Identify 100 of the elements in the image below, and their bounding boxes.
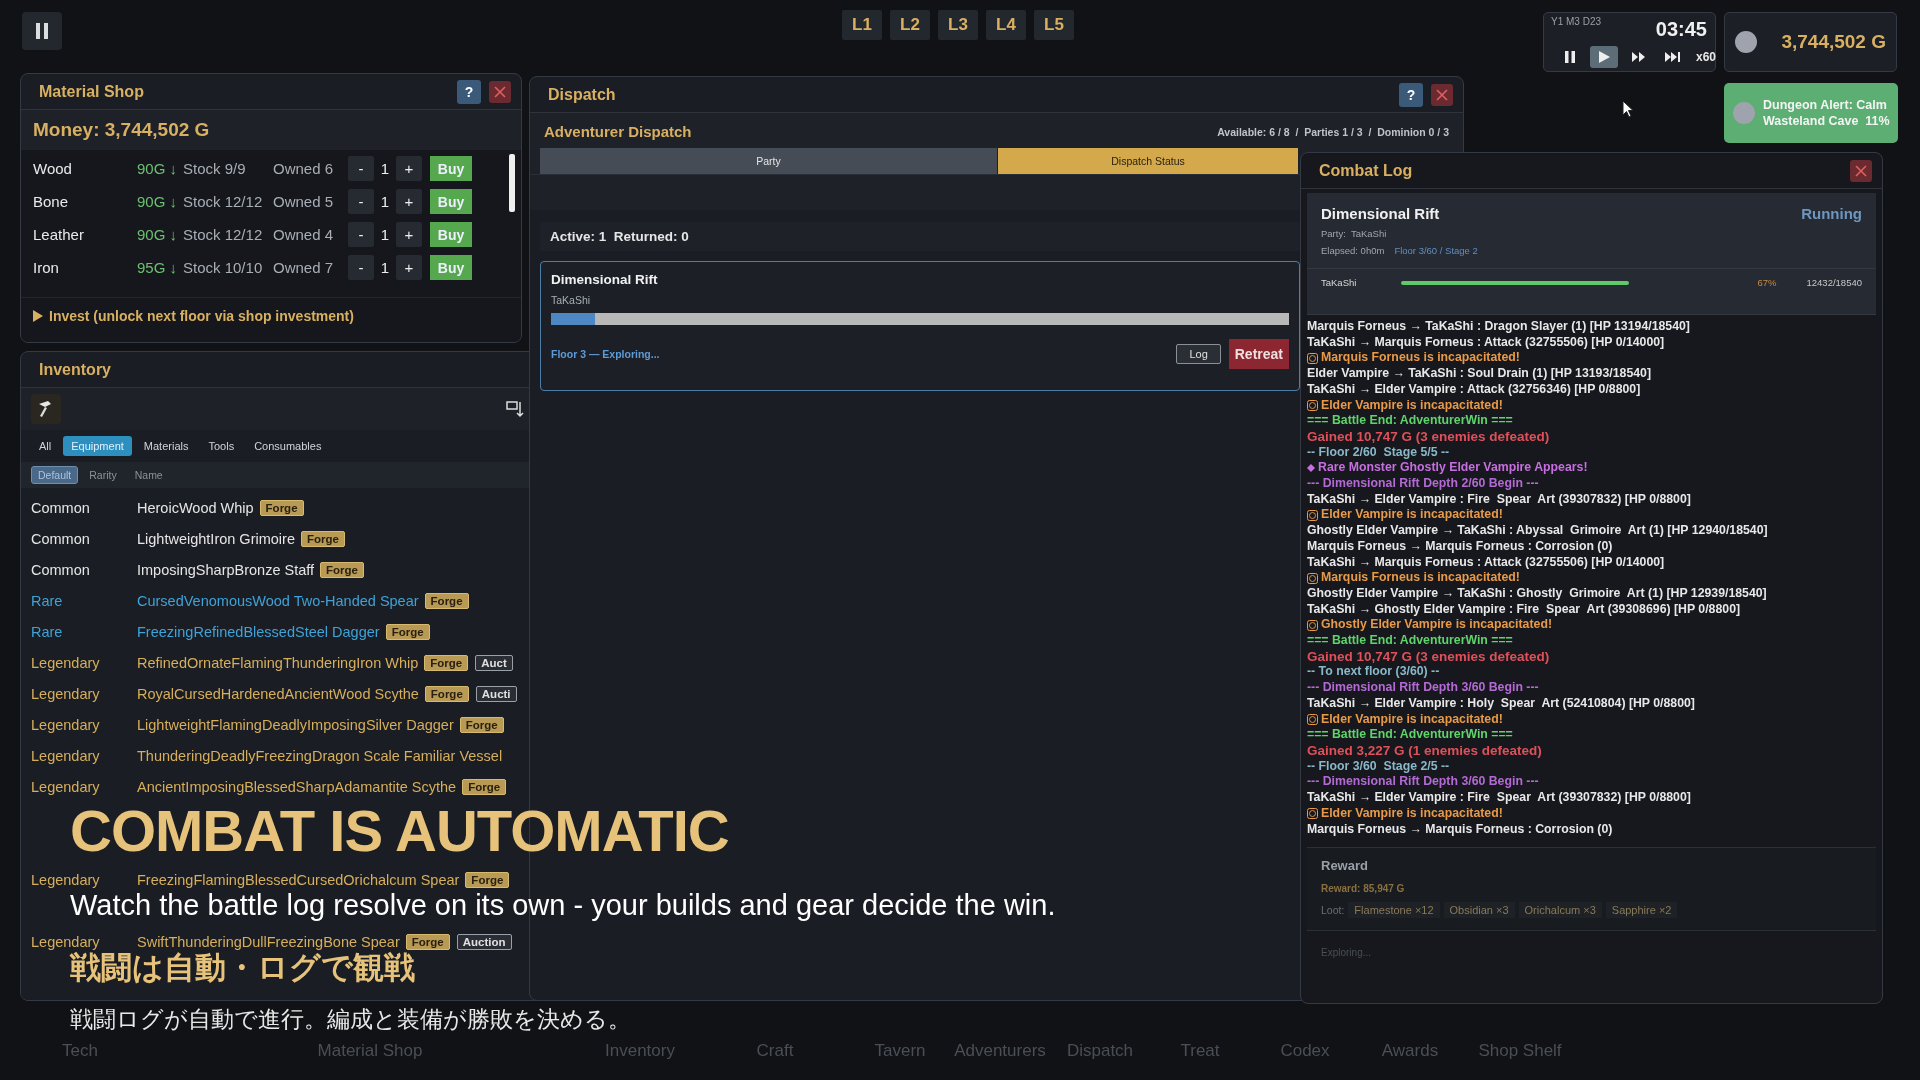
auction-tag[interactable]: Auction: [456, 933, 512, 950]
item-name[interactable]: ThunderingDeadlyFreezingDragon Scale Familiar Vessel: [137, 747, 503, 764]
forge-tag[interactable]: Forge: [459, 716, 504, 733]
material-price: 95G ↓: [135, 259, 178, 276]
forge-tag[interactable]: Forge: [259, 499, 304, 516]
category-tab[interactable]: All: [31, 436, 60, 456]
item-name[interactable]: LightweightFlamingDeadlyImposingSilver Dagger: [137, 716, 454, 733]
pause-button[interactable]: [22, 12, 62, 50]
item-name[interactable]: FreezingFlamingBlessedCursedOrichalcum Spear: [137, 871, 460, 888]
log-line: Elder Vampire is incapacitated!: [1321, 711, 1503, 728]
hp-text: 12432/18540: [1806, 277, 1862, 288]
category-tab[interactable]: Consumables: [246, 436, 330, 456]
decrease-button[interactable]: -: [348, 222, 374, 247]
forge-tag[interactable]: Forge: [424, 592, 469, 609]
forge-tag[interactable]: Forge: [405, 933, 450, 950]
item-name[interactable]: HeroicWood Whip: [137, 499, 254, 516]
decrease-button[interactable]: -: [348, 189, 374, 214]
log-line: === Battle End: AdventurerWin ===: [1307, 727, 1513, 743]
decrease-button[interactable]: -: [348, 255, 374, 280]
item-name[interactable]: LightweightIron Grimoire: [137, 530, 295, 547]
layer-button[interactable]: L5: [1034, 10, 1074, 40]
forge-tag[interactable]: Forge: [424, 685, 469, 702]
log-line: Rare Monster Ghostly Elder Vampire Appears!: [1318, 460, 1588, 477]
category-tab[interactable]: Tools: [200, 436, 243, 456]
sort-tab[interactable]: Name: [127, 466, 170, 484]
log-line: --- Dimensional Rift Depth 3/60 Begin ---: [1307, 680, 1539, 696]
rarity-text: Common: [31, 499, 91, 516]
member-name: TaKaShi: [1321, 277, 1358, 288]
sort-icon[interactable]: [505, 399, 525, 419]
material-price: 90G ↓: [135, 193, 178, 210]
increase-button[interactable]: +: [396, 255, 422, 280]
log-line: Marquis Forneus → Marquis Forneus : Corrosion (0): [1307, 821, 1613, 838]
forge-tag[interactable]: Forge: [300, 530, 345, 547]
help-button[interactable]: ?: [457, 79, 481, 104]
layer-button[interactable]: L3: [938, 10, 978, 40]
item-name[interactable]: ImposingSharpBronze Staff: [137, 561, 315, 578]
rarity-text: Legendary: [31, 871, 101, 888]
alert-icon: [1733, 102, 1755, 124]
item-name[interactable]: RefinedOrnateFlamingThunderingIron Whip: [137, 654, 419, 671]
increase-button[interactable]: +: [396, 222, 422, 247]
money-text: Money: 3,744,502 G: [21, 110, 521, 150]
elapsed-text: Elapsed: 0h0m: [1321, 245, 1385, 256]
log-line: Marquis Forneus is incapacitated!: [1321, 350, 1520, 367]
close-button[interactable]: [1431, 83, 1453, 106]
play-icon: [1598, 51, 1610, 63]
forge-tag[interactable]: Forge: [465, 871, 510, 888]
window-title: Dispatch: [548, 85, 617, 104]
forge-tag[interactable]: Forge: [385, 623, 430, 640]
help-button[interactable]: ?: [1399, 82, 1423, 107]
rarity-text: Rare: [31, 592, 64, 609]
item-name[interactable]: FreezingRefinedBlessedSteel Dagger: [137, 623, 380, 640]
close-icon: [1436, 88, 1448, 101]
item-name[interactable]: SwiftThunderingDullFreezingBone Spear: [137, 933, 400, 950]
hp-percent: 67%: [1756, 277, 1778, 288]
auction-tag[interactable]: Aucti: [475, 685, 517, 702]
item-name[interactable]: CursedVenomousWood Two-Handed Spear: [137, 592, 419, 609]
increase-button[interactable]: +: [396, 156, 422, 181]
rarity-text: Legendary: [31, 654, 101, 671]
item-name[interactable]: AncientImposingBlessedSharpAdamantite Scythe: [137, 778, 457, 795]
reward-amount: Reward: 85,947 G: [1321, 883, 1406, 895]
loot-chip: Orichalcum ×3: [1518, 902, 1602, 919]
log-line: TaKaShi → Elder Vampire : Fire Spear Art (39307832) [HP 0/8800]: [1307, 491, 1691, 508]
log-line: Marquis Forneus → Marquis Forneus : Corrosion (0): [1307, 538, 1613, 555]
caption-title: COMBAT IS AUTOMATIC: [70, 800, 729, 862]
forge-tag[interactable]: Forge: [320, 561, 364, 578]
forge-tag[interactable]: Forge: [424, 654, 469, 671]
category-tab[interactable]: Materials: [135, 436, 197, 456]
close-button[interactable]: [489, 80, 511, 103]
loot-chip: Flamestone ×12: [1348, 902, 1440, 919]
increase-button[interactable]: +: [396, 189, 422, 214]
close-button[interactable]: [1850, 159, 1872, 182]
log-line: --- Dimensional Rift Depth 3/60 Begin ---: [1307, 774, 1539, 791]
decrease-button[interactable]: -: [348, 156, 374, 181]
log-line: Marquis Forneus → TaKaShi : Dragon Slayer (1) [HP 13194/18540]: [1307, 319, 1690, 335]
coin-icon: [1735, 31, 1757, 53]
scrollbar-thumb[interactable]: [509, 154, 515, 212]
party-tab[interactable]: Party: [540, 148, 997, 174]
log-line: --- Dimensional Rift Depth 2/60 Begin ---: [1307, 476, 1539, 492]
layer-button[interactable]: L2: [890, 10, 930, 40]
quantity-text: 1: [379, 259, 391, 276]
forge-tag[interactable]: Forge: [462, 778, 507, 795]
rarity-text: Legendary: [31, 716, 101, 733]
alert-text: Wasteland Cave 11%: [1763, 114, 1890, 128]
material-name: Wood: [33, 160, 73, 177]
retreat-button[interactable]: Retreat: [1228, 339, 1289, 369]
status-tab[interactable]: Dispatch Status: [998, 148, 1298, 174]
auction-tag[interactable]: Auct: [475, 654, 513, 671]
log-button[interactable]: Log: [1176, 344, 1221, 364]
item-name[interactable]: RoyalCursedHardenedAncientWood Scythe: [137, 685, 419, 702]
stock-text: Stock 12/12: [183, 226, 264, 243]
caption-subtitle: Watch the battle log resolve on its own - your builds and gear decide the win.: [70, 888, 1056, 922]
sort-tab[interactable]: Rarity: [82, 466, 124, 484]
material-name: Leather: [33, 226, 85, 243]
invest-toggle[interactable]: Invest (unlock next floor via shop investment): [21, 297, 521, 342]
rarity-text: Legendary: [31, 933, 100, 950]
layer-button[interactable]: L4: [986, 10, 1026, 40]
layer-button[interactable]: L1: [842, 10, 882, 40]
stock-text: Stock 10/10: [183, 259, 264, 276]
pause-icon: [1565, 51, 1575, 63]
hammer-icon[interactable]: [31, 394, 61, 424]
